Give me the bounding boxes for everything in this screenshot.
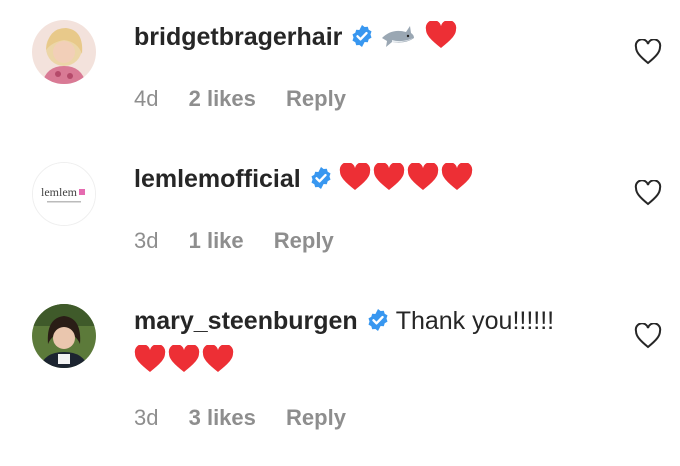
red-heart-emoji: [373, 163, 404, 190]
avatar[interactable]: lemlem: [32, 162, 96, 226]
lemlem-logo: lemlem: [41, 185, 78, 199]
red-heart-emoji: [426, 21, 457, 48]
red-heart-emoji: [441, 163, 472, 190]
likes-count[interactable]: 1 like: [189, 228, 244, 253]
comment-age: 4d: [134, 86, 159, 111]
like-heart-icon[interactable]: [634, 322, 662, 349]
like-heart-icon[interactable]: [634, 179, 662, 206]
username[interactable]: mary_steenburgen: [134, 307, 358, 335]
red-heart-emoji: [168, 345, 200, 372]
likes-count[interactable]: 2 likes: [189, 86, 256, 111]
reply-button[interactable]: Reply: [274, 228, 334, 253]
red-heart-emoji: [202, 345, 234, 372]
comment-text: Thank you!!!!!!: [395, 307, 555, 335]
red-heart-emoji: [407, 163, 438, 190]
verified-badge-icon: [366, 307, 390, 341]
username[interactable]: lemlemofficial: [134, 165, 301, 193]
avatar[interactable]: [32, 304, 96, 368]
like-heart-icon[interactable]: [634, 38, 662, 65]
likes-count[interactable]: 3 likes: [189, 405, 256, 430]
reply-button[interactable]: Reply: [286, 86, 346, 111]
verified-badge-icon: [350, 23, 374, 57]
username[interactable]: bridgetbragerhair: [134, 23, 342, 51]
red-heart-emoji: [134, 345, 166, 372]
comment-age: 3d: [134, 228, 159, 253]
shark-emoji: [382, 26, 415, 47]
comment-age: 3d: [134, 405, 159, 430]
red-heart-emoji: [339, 163, 370, 190]
verified-badge-icon: [309, 165, 333, 199]
reply-button[interactable]: Reply: [286, 405, 346, 430]
avatar[interactable]: [32, 20, 96, 84]
